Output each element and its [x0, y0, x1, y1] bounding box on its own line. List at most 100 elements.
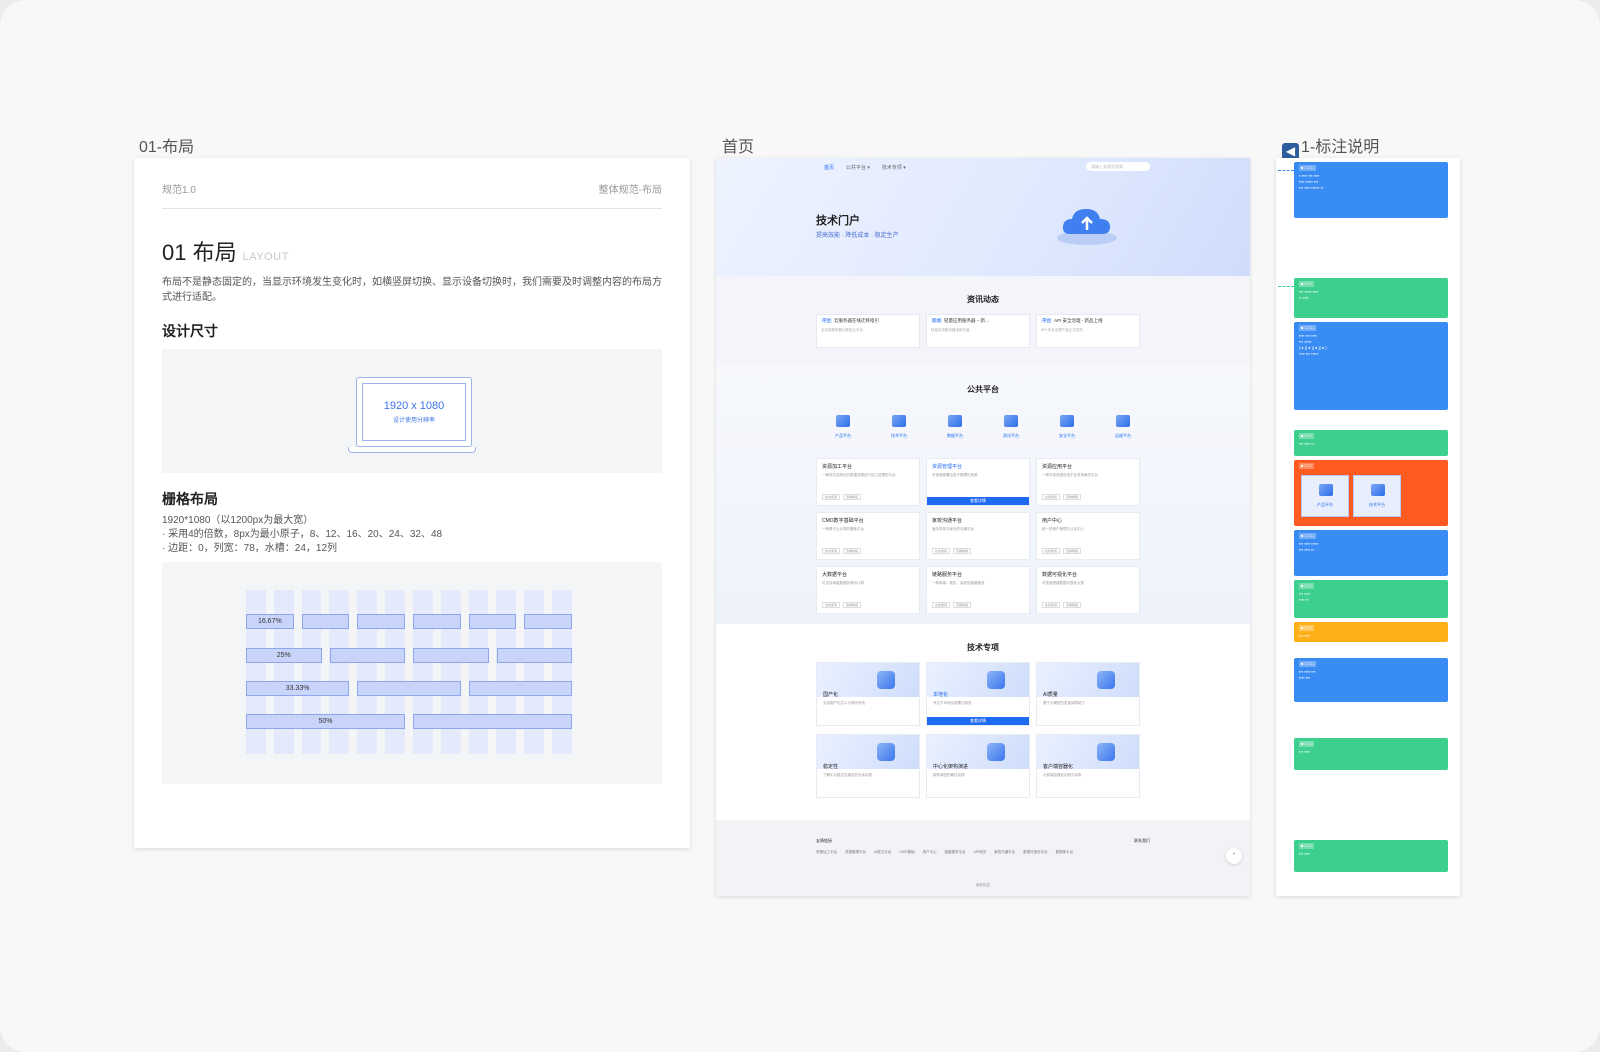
news-desc: API 安全治理产品正式发布: [1041, 328, 1083, 332]
footer-link[interactable]: 家校沟通平台: [994, 850, 1015, 855]
tech-card-title: 国产化: [823, 692, 839, 698]
security-platform-icon[interactable]: 安全平台: [1054, 415, 1080, 439]
platform-card[interactable]: 资源加工平台 一种将非结构化的数据资源进行加工处理的平台 在线使用 查看教程: [816, 458, 920, 506]
tag-online[interactable]: 在线使用: [1042, 602, 1061, 608]
view-details-button[interactable]: 查看详情: [927, 717, 1029, 725]
tag-tutorial[interactable]: 查看教程: [1063, 494, 1082, 500]
platform-card[interactable]: CMO数字基础平台 一种基于云计算的基础平台 在线使用 查看教程: [816, 512, 920, 560]
tech-card-desc: 架构演进的最佳实践: [933, 773, 965, 777]
tag-tutorial[interactable]: 查看教程: [1063, 548, 1082, 554]
platform-card-tags: 在线使用 查看教程: [822, 494, 862, 500]
grid-info: 1920*1080（以1200px为最大宽） · 采用4的倍数，8px为最小原子…: [162, 514, 662, 556]
tech-card-title: AI质量: [1043, 692, 1058, 698]
platform-icon-row: 产品平台 技术平台 数据平台 测试平台 安全平台 运维平台: [716, 415, 1250, 439]
nav-item-home[interactable]: 首页: [824, 164, 834, 171]
tag-online[interactable]: 在线使用: [822, 494, 841, 500]
platform-card-tags: 在线使用 查看教程: [1042, 548, 1082, 554]
annotation-card-blue: ■ □□□□ ▪▪▪ ▪▪▪▪ ▪▪▪ ▪▪▪▪ ▪▪▪: [1294, 658, 1448, 702]
tech-card[interactable]: 本地化 专注于本地化部署与服务 查看详情: [926, 662, 1030, 726]
news-title-text: 轻量应用服务器 – 新…: [944, 318, 990, 323]
platform-card[interactable]: 大数据平台 可支持海量数据存储与计算 在线使用 查看教程: [816, 566, 920, 614]
news-card[interactable]: 新闻 轻量应用服务器 – 新… 轻量应用服务器全新升级: [926, 314, 1030, 348]
tag-tutorial[interactable]: 查看教程: [953, 602, 972, 608]
chip-label: 产品平台: [1317, 502, 1333, 507]
news-title-text: API 安全治理 - 新品上线: [1054, 318, 1103, 323]
platform-card-desc: 一种基于云计算的基础平台: [822, 527, 864, 531]
tag-tutorial[interactable]: 查看教程: [1063, 602, 1082, 608]
grid-block: [413, 648, 489, 663]
grid-block: 25%: [246, 648, 322, 663]
platform-card-title: 资源加工平台: [822, 464, 853, 470]
tag-tutorial[interactable]: 查看教程: [843, 602, 862, 608]
tech-icon: [877, 743, 895, 761]
nav-item-platform[interactable]: 公共平台 ▾: [846, 164, 870, 171]
news-card[interactable]: 平台 API 安全治理 - 新品上线 API 安全治理产品正式发布: [1036, 314, 1140, 348]
tech-card[interactable]: 客户端容器化 大前端容器化实践与探索: [1036, 734, 1140, 798]
tech-card[interactable]: 稳定性 了解平台稳定性建设的技术实践: [816, 734, 920, 798]
platform-card[interactable]: 资源管理平台 可快速部署应用于管理的资源 查看详情: [926, 458, 1030, 506]
tag-online[interactable]: 在线使用: [932, 602, 951, 608]
annotation-tag: ■ □□□: [1299, 741, 1314, 747]
page-title-en: LAYOUT: [242, 251, 289, 263]
tech-card[interactable]: 中心化架构演进 架构演进的最佳实践: [926, 734, 1030, 798]
platform-icon-label: 数据平台: [947, 433, 963, 438]
platform-card[interactable]: 资源应用平台 一种可将资源应用于业务场景的平台 在线使用 查看教程: [1036, 458, 1140, 506]
tech-icon: [1097, 671, 1115, 689]
annotation-tag: ■ □□□: [1299, 843, 1314, 849]
notes-board: ■ □□□□ ▪ ▪▪▪▪ ▪▪▪ ▪▪▪▪ ▪▪▪▪ ▪▪▪▪▪ ▪▪▪ ▪▪▪ ▪…: [1276, 158, 1460, 896]
tech-platform-icon[interactable]: 技术平台: [886, 415, 912, 439]
news-tag: 新闻: [931, 318, 942, 323]
footer-link[interactable]: 链路服务平台: [944, 850, 965, 855]
tag-tutorial[interactable]: 查看教程: [953, 548, 972, 554]
annotation-tag: ■ □□□□: [1299, 533, 1317, 539]
tag-online[interactable]: 在线使用: [822, 548, 841, 554]
design-size-heading: 设计尺寸: [162, 323, 218, 339]
news-card[interactable]: 平台 云服务器在线迁移指引 支持将服务器迁移至云平台: [816, 314, 920, 348]
news-desc: 轻量应用服务器全新升级: [931, 328, 970, 332]
footer-link[interactable]: CMO基础: [899, 850, 914, 855]
tag-online[interactable]: 在线使用: [822, 602, 841, 608]
platform-title: 公共平台: [967, 385, 999, 394]
product-platform-icon[interactable]: 产品平台: [830, 415, 856, 439]
annotation-connector: [1278, 170, 1294, 171]
view-details-button[interactable]: 查看详情: [927, 497, 1029, 505]
footer-link[interactable]: 用户中心: [922, 850, 936, 855]
footer-link[interactable]: API网关: [973, 850, 986, 855]
grid-block: [524, 614, 572, 629]
tag-online[interactable]: 在线使用: [932, 548, 951, 554]
platform-card[interactable]: 用户中心 统一的用户管理与认证中心 在线使用 查看教程: [1036, 512, 1140, 560]
tech-card[interactable]: 国产化 支持国产化芯片与操作系统: [816, 662, 920, 726]
nav-item-tech[interactable]: 技术专项 ▾: [882, 164, 906, 171]
tech-card[interactable]: AI质量基于大模型的质量保障能力: [1036, 662, 1140, 726]
ops-platform-icon[interactable]: 运维平台: [1110, 415, 1136, 439]
platform-card-desc: 可支持海量数据存储与计算: [822, 581, 864, 585]
platform-card-desc: 面向学校与家长的沟通平台: [932, 527, 974, 531]
tech-title: 技术专项: [967, 643, 999, 652]
tech-grid: 国产化 支持国产化芯片与操作系统 本地化 专注于本地化部署与服务 查看详情 AI质量 基于大…: [816, 662, 1140, 798]
tag-online[interactable]: 在线使用: [1042, 494, 1061, 500]
footer-link[interactable]: 数据库平台: [1056, 850, 1074, 855]
search-input[interactable]: 请输入关键字搜索: [1086, 162, 1150, 171]
footer-link[interactable]: 数据可视化平台: [1023, 850, 1048, 855]
tech-card-desc: 基于大模型的质量保障能力: [1043, 701, 1085, 705]
annotation-card-orange: ■ □□□ 产品平台 技术平台: [1294, 460, 1448, 526]
data-platform-icon[interactable]: 数据平台: [942, 415, 968, 439]
annotation-card-blue: ■ □□□□ ▪▪▪ ▪▪▪▪ ▪▪▪▪▪ ▪▪▪ ▪▪▪▪ ▪▪: [1294, 530, 1448, 576]
footer: 友情链接 资源加工平台 资源管理平台 AI能力平台 CMO基础 用户中心 链路服务平台 AP…: [716, 820, 1250, 896]
tag-tutorial[interactable]: 查看教程: [843, 494, 862, 500]
platform-card[interactable]: 链路服务平台 一种简单、稳定、高效的链路服务 在线使用 查看教程: [926, 566, 1030, 614]
copyright: 版权信息: [976, 883, 990, 887]
annotation-tag: ■ □□□: [1299, 625, 1314, 631]
platform-card[interactable]: 数据可视化平台 可快速搭建数据可视化大屏 在线使用 查看教程: [1036, 566, 1140, 614]
layout-header: 规范1.0 整体规范-布局: [162, 158, 662, 209]
annotation-tag: ■ □□□□: [1299, 165, 1317, 171]
platform-card[interactable]: 家校沟通平台 面向学校与家长的沟通平台 在线使用 查看教程: [926, 512, 1030, 560]
footer-link[interactable]: 资源加工平台: [816, 850, 837, 855]
design-size-panel: 1920 x 1080 设计使用分辨率: [162, 349, 662, 473]
tag-online[interactable]: 在线使用: [1042, 548, 1061, 554]
back-to-top-icon[interactable]: ⌃: [1226, 848, 1242, 864]
tag-tutorial[interactable]: 查看教程: [843, 548, 862, 554]
footer-link[interactable]: AI能力平台: [874, 850, 891, 855]
footer-link[interactable]: 资源管理平台: [845, 850, 866, 855]
test-platform-icon[interactable]: 测试平台: [998, 415, 1024, 439]
